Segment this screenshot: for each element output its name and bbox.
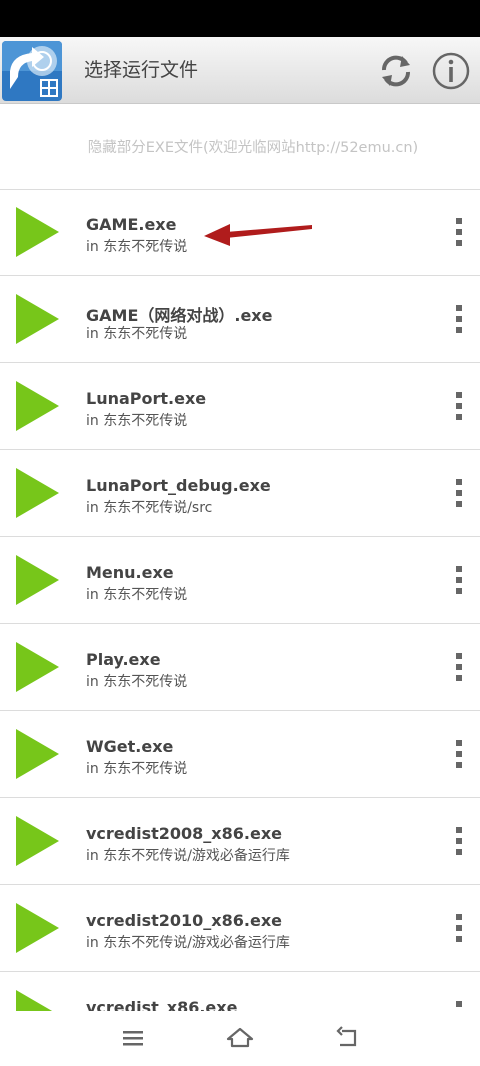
play-icon — [16, 207, 59, 257]
play-icon — [16, 555, 59, 605]
file-name: Menu.exe — [86, 563, 174, 582]
play-icon — [16, 381, 59, 431]
list-item[interactable]: LunaPort_debug.exe in 东东不死传说/src — [0, 450, 480, 537]
status-bar — [0, 0, 480, 37]
list-item[interactable]: Play.exe in 东东不死传说 — [0, 624, 480, 711]
file-name: WGet.exe — [86, 737, 174, 756]
hidden-exe-notice[interactable]: 隐藏部分EXE文件(欢迎光临网站http://52emu.cn) — [0, 103, 480, 190]
home-button[interactable] — [225, 1023, 255, 1053]
file-list: GAME.exe in 东东不死传说 GAME（网络对战）.exe in 东东不… — [0, 189, 480, 1011]
file-name: Play.exe — [86, 650, 161, 669]
list-item[interactable]: vcredist2008_x86.exe in 东东不死传说/游戏必备运行库 — [0, 798, 480, 885]
list-item[interactable]: LunaPort.exe in 东东不死传说 — [0, 363, 480, 450]
back-button[interactable] — [332, 1023, 362, 1053]
more-vert-icon[interactable] — [453, 1001, 465, 1011]
file-path: in 东东不死传说 — [86, 674, 188, 690]
app-bar: 选择运行文件 — [0, 37, 480, 104]
info-icon — [432, 52, 470, 90]
home-icon — [226, 1027, 254, 1048]
more-vert-icon[interactable] — [453, 740, 465, 770]
play-icon — [16, 729, 59, 779]
play-icon — [16, 816, 59, 866]
list-item[interactable]: WGet.exe in 东东不死传说 — [0, 711, 480, 798]
more-vert-icon[interactable] — [453, 479, 465, 509]
refresh-icon — [381, 55, 411, 87]
file-name: LunaPort_debug.exe — [86, 476, 271, 495]
play-icon — [16, 642, 59, 692]
info-button[interactable] — [431, 51, 471, 91]
system-nav-bar — [0, 1011, 480, 1066]
more-vert-icon[interactable] — [453, 218, 465, 248]
play-icon — [16, 468, 59, 518]
refresh-button[interactable] — [376, 51, 416, 91]
more-vert-icon[interactable] — [453, 305, 465, 335]
file-name: GAME.exe — [86, 215, 177, 234]
more-vert-icon[interactable] — [453, 827, 465, 857]
annotation-arrow-icon — [204, 224, 312, 246]
file-path: in 东东不死传说/src — [86, 500, 213, 516]
app-logo-icon — [2, 41, 62, 101]
file-name: LunaPort.exe — [86, 389, 207, 408]
page-title: 选择运行文件 — [84, 59, 199, 81]
more-vert-icon[interactable] — [453, 653, 465, 683]
file-path: in 东东不死传说 — [86, 413, 188, 429]
more-vert-icon[interactable] — [453, 392, 465, 422]
file-path: in 东东不死传说 — [86, 761, 188, 777]
play-icon — [16, 990, 59, 1011]
list-item[interactable]: GAME（网络对战）.exe in 东东不死传说 — [0, 276, 480, 363]
file-name: vcredist2010_x86.exe — [86, 911, 282, 930]
file-path: in 东东不死传说 — [86, 326, 188, 342]
back-icon — [336, 1026, 357, 1047]
notice-text: 隐藏部分EXE文件(欢迎光临网站http://52emu.cn) — [87, 140, 419, 156]
more-vert-icon[interactable] — [453, 566, 465, 596]
file-path: in 东东不死传说/游戏必备运行库 — [86, 848, 290, 864]
more-vert-icon[interactable] — [453, 914, 465, 944]
menu-button[interactable] — [118, 1023, 148, 1053]
file-name: vcredist2008_x86.exe — [86, 824, 282, 843]
play-icon — [16, 294, 59, 344]
menu-icon — [123, 1031, 143, 1046]
file-path: in 东东不死传说/游戏必备运行库 — [86, 935, 290, 951]
play-icon — [16, 903, 59, 953]
file-path: in 东东不死传说 — [86, 239, 188, 255]
file-path: in 东东不死传说 — [86, 587, 188, 603]
file-name: vcredist_x86.exe — [86, 998, 238, 1011]
list-item[interactable]: vcredist_x86.exe — [0, 972, 480, 1011]
list-item[interactable]: vcredist2010_x86.exe in 东东不死传说/游戏必备运行库 — [0, 885, 480, 972]
list-item[interactable]: Menu.exe in 东东不死传说 — [0, 537, 480, 624]
